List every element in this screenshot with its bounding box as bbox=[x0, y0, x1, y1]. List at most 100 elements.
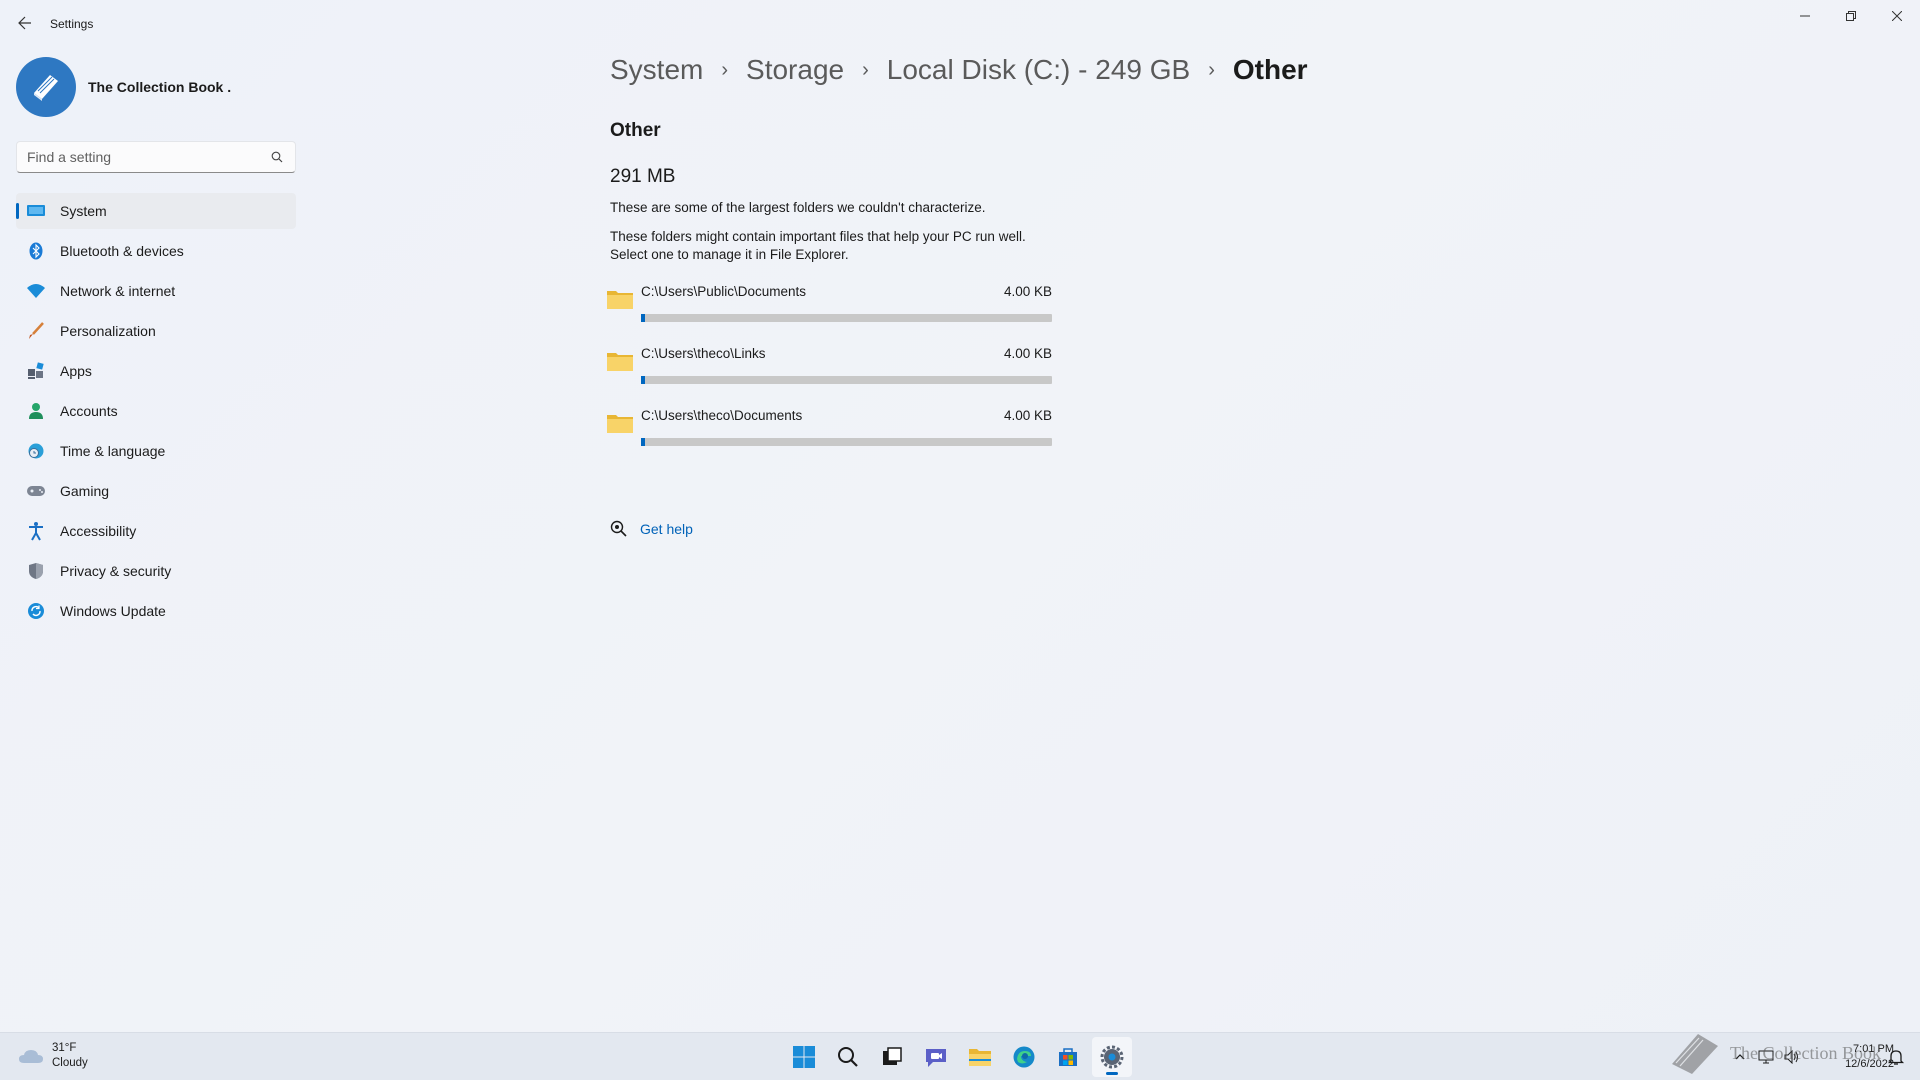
sidebar-nav: System Bluetooth & devices Network & int… bbox=[16, 193, 296, 633]
usage-bar bbox=[641, 376, 1052, 384]
sidebar-item-accounts[interactable]: Accounts bbox=[16, 393, 296, 429]
back-button[interactable] bbox=[14, 12, 36, 34]
minimize-icon bbox=[1800, 15, 1810, 17]
close-icon bbox=[1892, 11, 1902, 21]
folder-icon bbox=[607, 291, 633, 309]
sidebar-item-privacy[interactable]: Privacy & security bbox=[16, 553, 296, 589]
help-search-icon bbox=[610, 520, 627, 537]
store-button[interactable] bbox=[1048, 1037, 1088, 1077]
get-help-label: Get help bbox=[640, 521, 693, 537]
total-size: 291 MB bbox=[610, 166, 676, 187]
folder-size: 4.00 KB bbox=[1003, 284, 1052, 299]
restore-icon bbox=[1846, 11, 1856, 21]
watermark: The Collection Book bbox=[1668, 1030, 1881, 1076]
book-logo-icon bbox=[1672, 1034, 1718, 1074]
task-view-icon bbox=[883, 1047, 902, 1065]
sidebar-item-label: Gaming bbox=[60, 483, 110, 499]
notification-bell-icon[interactable] bbox=[1886, 1047, 1906, 1067]
sidebar-item-network[interactable]: Network & internet bbox=[16, 273, 296, 309]
folder-item[interactable]: C:\Users\theco\Links 4.00 KB bbox=[606, 340, 1052, 402]
weather-widget[interactable]: 31°F Cloudy bbox=[18, 1041, 88, 1071]
taskbar-apps bbox=[784, 1037, 1136, 1077]
restore-button[interactable] bbox=[1828, 0, 1874, 32]
folder-item[interactable]: C:\Users\theco\Documents 4.00 KB bbox=[606, 402, 1052, 464]
start-button[interactable] bbox=[784, 1037, 824, 1077]
taskbar-search-button[interactable] bbox=[828, 1037, 868, 1077]
close-button[interactable] bbox=[1874, 0, 1920, 32]
usage-bar bbox=[641, 438, 1052, 446]
settings-button[interactable] bbox=[1092, 1037, 1132, 1077]
brush-icon bbox=[26, 321, 46, 341]
avatar bbox=[16, 57, 76, 117]
search-box[interactable] bbox=[16, 141, 296, 173]
sidebar-item-bluetooth[interactable]: Bluetooth & devices bbox=[16, 233, 296, 269]
sidebar-item-time-language[interactable]: Time & language bbox=[16, 433, 296, 469]
breadcrumb-storage[interactable]: Storage bbox=[746, 54, 844, 86]
sidebar-item-label: Personalization bbox=[60, 323, 156, 339]
description-line: Select one to manage it in File Explorer… bbox=[610, 247, 849, 262]
chevron-right-icon: › bbox=[721, 58, 729, 81]
description-text-2: These folders might contain important fi… bbox=[610, 228, 1110, 264]
chat-button[interactable] bbox=[916, 1037, 956, 1077]
sidebar-item-windows-update[interactable]: Windows Update bbox=[16, 593, 296, 629]
search-icon[interactable] bbox=[269, 149, 285, 165]
search-icon bbox=[838, 1047, 858, 1067]
section-title: Other bbox=[610, 120, 661, 141]
task-view-button[interactable] bbox=[872, 1037, 912, 1077]
title-bar: Settings bbox=[0, 0, 1920, 48]
search-input[interactable] bbox=[27, 149, 269, 165]
sidebar-item-personalization[interactable]: Personalization bbox=[16, 313, 296, 349]
sidebar-item-label: Apps bbox=[60, 363, 92, 379]
edge-button[interactable] bbox=[1004, 1037, 1044, 1077]
sidebar-item-label: Bluetooth & devices bbox=[60, 243, 184, 259]
settings-icon bbox=[1100, 1045, 1124, 1069]
get-help-link[interactable]: Get help bbox=[610, 520, 693, 538]
user-profile[interactable]: The Collection Book . bbox=[16, 57, 231, 117]
cloud-icon bbox=[19, 1050, 43, 1063]
folder-size: 4.00 KB bbox=[1003, 408, 1052, 423]
sidebar-item-apps[interactable]: Apps bbox=[16, 353, 296, 389]
usage-bar-fill bbox=[641, 438, 645, 446]
folder-path: C:\Users\theco\Links bbox=[641, 346, 766, 361]
minimize-button[interactable] bbox=[1782, 0, 1828, 32]
folder-path: C:\Users\Public\Documents bbox=[641, 284, 807, 299]
update-icon bbox=[26, 601, 46, 621]
folder-path: C:\Users\theco\Documents bbox=[641, 408, 803, 423]
sidebar-item-label: Windows Update bbox=[60, 603, 166, 619]
usage-bar-fill bbox=[641, 376, 645, 384]
globe-clock-icon bbox=[26, 441, 46, 461]
sidebar-item-label: Accessibility bbox=[60, 523, 137, 539]
folder-item[interactable]: C:\Users\Public\Documents 4.00 KB bbox=[606, 278, 1052, 340]
watermark-text: The Collection Book bbox=[1730, 1042, 1881, 1063]
weather-temp: 31°F bbox=[52, 1042, 77, 1054]
breadcrumb-current: Other bbox=[1232, 54, 1308, 85]
sidebar-item-label: Time & language bbox=[60, 443, 166, 459]
sidebar-item-system[interactable]: System bbox=[16, 193, 296, 229]
person-icon bbox=[26, 401, 46, 421]
sidebar-item-label: System bbox=[60, 203, 107, 219]
description-text: These are some of the largest folders we… bbox=[610, 200, 986, 215]
back-arrow-icon bbox=[18, 16, 31, 30]
sidebar-item-label: Network & internet bbox=[60, 283, 176, 299]
chat-icon bbox=[926, 1049, 946, 1067]
store-icon bbox=[1059, 1048, 1077, 1066]
weather-desc: Cloudy bbox=[52, 1057, 88, 1069]
folder-size: 4.00 KB bbox=[1003, 346, 1052, 361]
app-title: Settings bbox=[50, 17, 94, 31]
usage-bar bbox=[641, 314, 1052, 322]
weather-text: 31°F Cloudy bbox=[52, 1041, 88, 1071]
sidebar-item-label: Privacy & security bbox=[60, 563, 172, 579]
settings-window: Settings The Collection Book . Find a se… bbox=[0, 0, 1920, 1032]
breadcrumb-system[interactable]: System bbox=[610, 54, 703, 86]
breadcrumb: System › Storage › Local Disk (C:) - 249… bbox=[610, 54, 1308, 86]
shield-icon bbox=[26, 561, 46, 581]
breadcrumb-local-disk[interactable]: Local Disk (C:) - 249 GB bbox=[887, 54, 1190, 86]
sidebar-item-accessibility[interactable]: Accessibility bbox=[16, 513, 296, 549]
book-icon bbox=[34, 75, 58, 101]
profile-name: The Collection Book . bbox=[88, 79, 232, 95]
sidebar-item-gaming[interactable]: Gaming bbox=[16, 473, 296, 509]
description-line: These folders might contain important fi… bbox=[610, 229, 1026, 244]
file-explorer-button[interactable] bbox=[960, 1037, 1000, 1077]
folder-icon bbox=[607, 353, 633, 371]
bluetooth-icon bbox=[26, 241, 46, 261]
